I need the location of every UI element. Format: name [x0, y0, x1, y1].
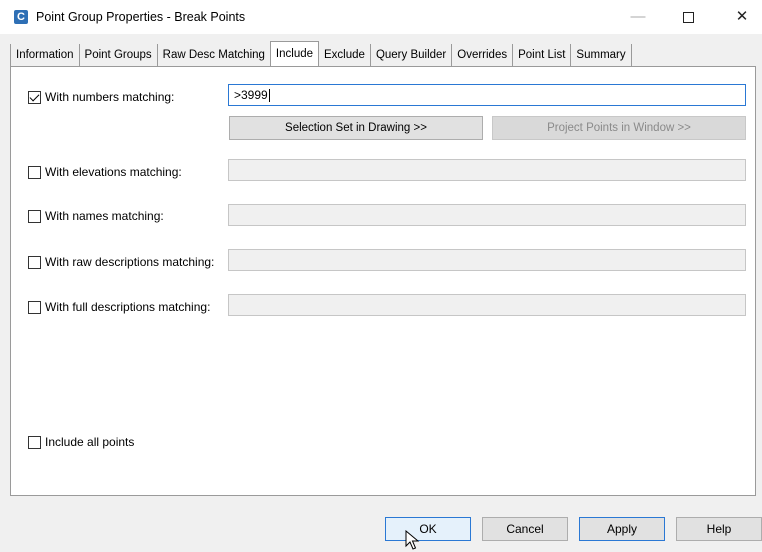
cancel-button[interactable]: Cancel: [482, 517, 568, 541]
full-descriptions-matching-input[interactable]: [228, 294, 746, 316]
project-points-in-window-button[interactable]: Project Points in Window >>: [492, 116, 746, 140]
ok-button[interactable]: OK: [385, 517, 471, 541]
elevations-matching-checkbox[interactable]: With elevations matching:: [28, 165, 182, 179]
civil3d-app-icon: C: [14, 10, 28, 24]
checkbox-icon: [28, 435, 41, 449]
include-all-points-label: Include all points: [45, 435, 135, 449]
close-button[interactable]: ✕: [722, 4, 762, 30]
checkbox-icon: [28, 209, 41, 223]
numbers-matching-value: >3999: [234, 88, 268, 102]
raw-descriptions-matching-checkbox[interactable]: With raw descriptions matching:: [28, 255, 214, 269]
title-bar: C Point Group Properties - Break Points …: [0, 0, 762, 34]
maximize-icon: [682, 11, 694, 23]
elevations-matching-input[interactable]: [228, 159, 746, 181]
tab-summary[interactable]: Summary: [571, 44, 632, 66]
tab-overrides[interactable]: Overrides: [452, 44, 514, 66]
names-matching-input[interactable]: [228, 204, 746, 226]
checkbox-checked-icon: [28, 90, 41, 104]
tab-point-groups[interactable]: Point Groups: [79, 44, 158, 66]
names-matching-label: With names matching:: [45, 209, 164, 223]
full-descriptions-matching-checkbox[interactable]: With full descriptions matching:: [28, 300, 210, 314]
raw-descriptions-matching-label: With raw descriptions matching:: [45, 255, 215, 269]
elevations-matching-label: With elevations matching:: [45, 165, 182, 179]
checkbox-icon: [28, 300, 41, 314]
selection-set-in-drawing-button[interactable]: Selection Set in Drawing >>: [229, 116, 483, 140]
apply-button[interactable]: Apply: [579, 517, 665, 541]
tab-strip: Information Point Groups Raw Desc Matchi…: [10, 41, 632, 66]
checkbox-icon: [28, 165, 41, 179]
tab-exclude[interactable]: Exclude: [319, 44, 371, 66]
help-button[interactable]: Help: [676, 517, 762, 541]
numbers-matching-checkbox[interactable]: With numbers matching:: [28, 90, 174, 104]
text-caret: [268, 89, 270, 103]
tab-include[interactable]: Include: [269, 41, 320, 66]
full-descriptions-matching-label: With full descriptions matching:: [45, 300, 211, 314]
tab-raw-desc-matching[interactable]: Raw Desc Matching: [157, 44, 271, 66]
numbers-matching-input[interactable]: >3999: [228, 84, 746, 106]
window-title: Point Group Properties - Break Points: [36, 10, 246, 24]
include-all-points-checkbox[interactable]: Include all points: [28, 435, 134, 449]
names-matching-checkbox[interactable]: With names matching:: [28, 209, 164, 223]
minimize-button[interactable]: —: [618, 4, 658, 30]
tab-information[interactable]: Information: [10, 44, 80, 66]
checkbox-icon: [28, 255, 41, 269]
tab-query-builder[interactable]: Query Builder: [370, 44, 453, 66]
numbers-matching-label: With numbers matching:: [45, 90, 175, 104]
tab-point-list[interactable]: Point List: [513, 44, 572, 66]
maximize-button[interactable]: [668, 4, 708, 30]
mouse-pointer-icon: [405, 530, 420, 550]
raw-descriptions-matching-input[interactable]: [228, 249, 746, 271]
